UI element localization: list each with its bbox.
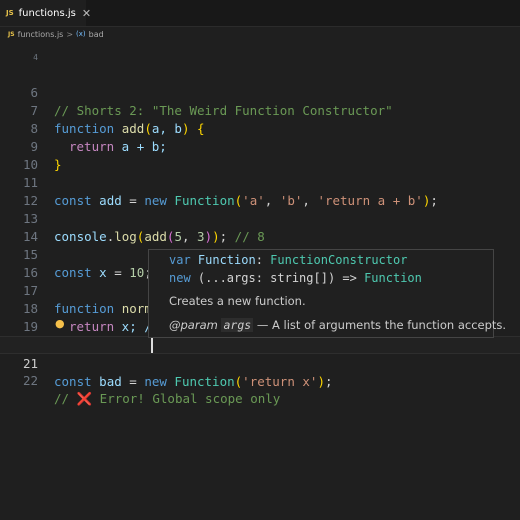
type-name: Function bbox=[364, 271, 422, 285]
code-line: 13 console.log(add(5, 3)); // 8 bbox=[0, 192, 520, 244]
hover-signature-line2: new (...args: string[]) => Function bbox=[169, 271, 422, 285]
cross-mark-icon: ❌ bbox=[76, 391, 93, 406]
code-line: 11 const add = new Function('a', 'b', 'r… bbox=[0, 156, 520, 208]
param-name: args bbox=[221, 318, 254, 332]
js-file-icon: JS bbox=[6, 9, 14, 17]
hover-tooltip: var Function: FunctionConstructor new (.… bbox=[148, 249, 506, 338]
class-name: Function bbox=[166, 374, 235, 389]
param-tag: @param bbox=[169, 318, 218, 332]
keyword: new bbox=[169, 271, 191, 285]
code-line: 14 bbox=[0, 210, 520, 244]
variable: bad bbox=[91, 374, 122, 389]
tab-label: functions.js bbox=[18, 7, 76, 19]
operator: = bbox=[121, 374, 145, 389]
code-line: 15 const x = 10; bbox=[0, 228, 520, 280]
code-line: 12 bbox=[0, 174, 520, 208]
keyword: const bbox=[54, 374, 92, 389]
close-icon[interactable]: ✕ bbox=[82, 7, 91, 20]
keyword: var bbox=[169, 253, 191, 267]
punct: : bbox=[255, 253, 271, 267]
editor-tab-bar: JS functions.js ✕ bbox=[0, 0, 520, 27]
string: 'return x' bbox=[242, 374, 318, 389]
comment: Error! Global scope only bbox=[92, 391, 281, 406]
signature: (...args: string[]) => bbox=[190, 271, 365, 285]
line-number: 22 bbox=[22, 373, 38, 388]
type-name: FunctionConstructor bbox=[270, 253, 408, 267]
symbol-name: Function bbox=[190, 253, 256, 267]
code-line: 4 bbox=[0, 31, 520, 62]
comment: // bbox=[54, 391, 77, 406]
line-number: 4 bbox=[33, 53, 38, 62]
punct: ; bbox=[324, 374, 333, 389]
hover-param: @param args — A list of arguments the fu… bbox=[169, 318, 506, 332]
text-cursor bbox=[151, 337, 153, 353]
tab-functions-js[interactable]: JS functions.js ✕ bbox=[0, 0, 91, 26]
code-line: 10 bbox=[0, 138, 520, 172]
hover-description: Creates a new function. bbox=[169, 294, 306, 308]
code-line: 8 return a + b; bbox=[0, 102, 520, 154]
keyword: new bbox=[144, 374, 167, 389]
code-line-active: 21 const bad = new Function('return x'); bbox=[0, 336, 520, 389]
code-line: 22 // ❌ Error! Global scope only bbox=[0, 354, 520, 406]
code-line: 9 } bbox=[0, 120, 520, 172]
lightbulb-icon[interactable]: ● bbox=[55, 317, 65, 330]
param-description: — A list of arguments the function accep… bbox=[253, 318, 507, 332]
hover-signature-line1: var Function: FunctionConstructor bbox=[169, 253, 407, 267]
code-line: 6 // Shorts 2: "The Weird Function Const… bbox=[0, 66, 520, 118]
paren: ) bbox=[317, 374, 325, 389]
code-line: 7 function add(a, b) { bbox=[0, 84, 520, 136]
